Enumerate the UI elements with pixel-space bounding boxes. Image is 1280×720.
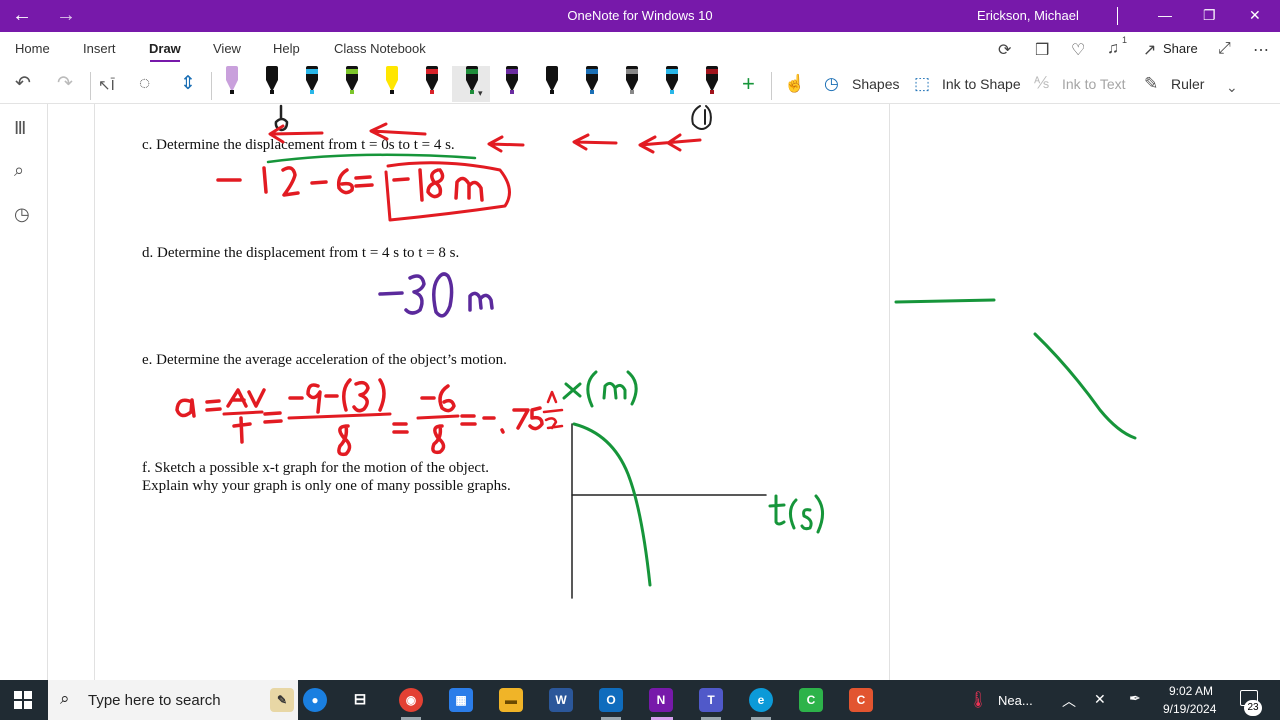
recent-icon[interactable]: ◷ <box>14 204 30 225</box>
shapes-button[interactable]: Shapes <box>852 76 899 92</box>
pen-icon[interactable]: ✒ <box>1129 690 1141 707</box>
lasso-select-icon[interactable]: ↖Ī <box>98 76 115 96</box>
weather-icon[interactable]: 🌡 <box>968 690 988 710</box>
c-orange-app-icon[interactable]: C <box>849 688 873 712</box>
notebook-icon[interactable]: ❒ <box>1035 40 1049 60</box>
eraser-icon[interactable]: ◌ <box>139 74 150 94</box>
page-canvas[interactable] <box>48 104 1280 680</box>
active-tab-indicator <box>150 60 180 62</box>
share-button[interactable]: Share <box>1163 41 1198 56</box>
fullscreen-icon[interactable]: ⤢ <box>1218 40 1231 58</box>
toolbar-divider <box>90 72 91 100</box>
highlighter-1[interactable] <box>224 66 240 96</box>
ribbon-tabs: Home Insert Draw View Help Class Noteboo… <box>0 32 1280 66</box>
title-bar: ← → OneNote for Windows 10 Erickson, Mic… <box>0 0 1280 32</box>
ink-to-shape-icon[interactable]: ⬚ <box>914 74 930 94</box>
pen-8[interactable] <box>504 66 520 96</box>
toolbar-divider <box>211 72 212 100</box>
copilot-app-icon[interactable]: ● <box>303 688 327 712</box>
pen-4[interactable] <box>344 66 360 96</box>
pen-3[interactable] <box>304 66 320 96</box>
word-app-icon[interactable]: W <box>549 688 573 712</box>
windows-start-icon[interactable] <box>14 691 32 709</box>
pen-2[interactable] <box>264 66 280 96</box>
sync-icon[interactable]: ⟳ <box>998 40 1011 60</box>
file-explorer-icon[interactable]: ▬ <box>499 688 523 712</box>
taskbar: ⌕ Type here to search ✎ ● ⊟ ◉ ▦ ▬ W O N … <box>0 680 1280 720</box>
store-app-icon[interactable]: ▦ <box>449 688 473 712</box>
tab-help[interactable]: Help <box>273 41 300 56</box>
lightbulb-icon[interactable]: ♡ <box>1071 40 1085 60</box>
page-margin-line <box>94 104 95 680</box>
task-view-icon[interactable]: ⊟ <box>348 688 372 712</box>
chevron-down-icon[interactable]: ▾ <box>478 88 483 99</box>
weather-label[interactable]: Nea... <box>998 693 1033 708</box>
chevron-up-icon[interactable]: ︿ <box>1062 691 1076 711</box>
question-f-explain: Explain why your graph is only one of ma… <box>142 478 511 494</box>
c-green-app-icon[interactable]: C <box>799 688 823 712</box>
pen-6[interactable] <box>424 66 440 96</box>
edge-app-icon[interactable]: e <box>749 688 773 712</box>
draw-toolbar: ↶ ↷ ↖Ī ◌ ⇕ ▾ + ☝ ◷ Shapes ⬚ Ink to Shape… <box>0 66 1280 104</box>
minimize-button[interactable]: — <box>1158 6 1172 24</box>
touch-draw-icon[interactable]: ☝ <box>784 74 805 94</box>
chrome-app-icon[interactable]: ◉ <box>399 688 423 712</box>
titlebar-divider <box>1117 7 1118 25</box>
restore-button[interactable]: ❐ <box>1203 6 1216 24</box>
page-margin-line <box>889 104 890 680</box>
add-pen-icon[interactable]: + <box>742 73 755 95</box>
tab-home[interactable]: Home <box>15 41 50 56</box>
redo-icon[interactable]: ↷ <box>57 74 73 94</box>
taskbar-search[interactable]: ⌕ Type here to search <box>48 680 298 720</box>
whiteboard-app-icon[interactable]: ✎ <box>270 688 294 712</box>
ruler-button[interactable]: Ruler <box>1171 76 1204 92</box>
tab-view[interactable]: View <box>213 41 241 56</box>
ruler-icon[interactable]: ✎ <box>1144 74 1158 94</box>
clock-time[interactable]: 9:02 AM <box>1169 684 1213 698</box>
close-button[interactable]: ✕ <box>1249 6 1261 24</box>
window-title: OneNote for Windows 10 <box>567 8 713 23</box>
share-icon[interactable]: ↗ <box>1143 40 1156 60</box>
onenote-app-icon[interactable]: N <box>649 688 673 712</box>
question-e: e. Determine the average acceleration of… <box>142 352 507 368</box>
ink-to-text-icon: ⅍ <box>1034 75 1050 92</box>
question-c: c. Determine the displacement from t = 0… <box>142 137 455 153</box>
shapes-icon[interactable]: ◷ <box>824 74 839 94</box>
teams-app-icon[interactable]: T <box>699 688 723 712</box>
outlook-app-icon[interactable]: O <box>599 688 623 712</box>
pencil-11[interactable] <box>624 66 640 96</box>
tab-insert[interactable]: Insert <box>83 41 116 56</box>
left-navigation: Ⅲ ⌕ ◷ <box>0 104 48 680</box>
pen-10[interactable] <box>584 66 600 96</box>
search-placeholder: Type here to search <box>88 692 221 709</box>
notification-badge: 23 <box>1244 700 1262 716</box>
more-options-icon[interactable]: ⋯ <box>1253 40 1270 60</box>
volume-icon[interactable]: ✕ <box>1094 691 1106 708</box>
pen-13[interactable] <box>704 66 720 96</box>
bell-icon[interactable]: ♫ <box>1107 40 1119 58</box>
toolbar-divider <box>771 72 772 100</box>
question-f: f. Sketch a possible x-t graph for the m… <box>142 460 489 476</box>
add-space-icon[interactable]: ⇕ <box>180 74 196 94</box>
tab-draw[interactable]: Draw <box>149 41 181 56</box>
question-d: d. Determine the displacement from t = 4… <box>142 245 460 261</box>
search-icon[interactable]: ⌕ <box>14 160 24 181</box>
notification-count: 1 <box>1122 35 1128 45</box>
clock-date[interactable]: 9/19/2024 <box>1163 702 1216 716</box>
undo-icon[interactable]: ↶ <box>15 74 31 94</box>
user-name[interactable]: Erickson, Michael <box>977 8 1079 23</box>
pen-9[interactable] <box>544 66 560 96</box>
ink-to-shape-button[interactable]: Ink to Shape <box>942 76 1021 92</box>
chevron-down-icon[interactable]: ⌄ <box>1226 77 1238 97</box>
highlighter-5[interactable] <box>384 66 400 96</box>
pen-12[interactable] <box>664 66 680 96</box>
notebooks-icon[interactable]: Ⅲ <box>14 118 26 139</box>
search-icon: ⌕ <box>60 689 70 708</box>
ink-to-text-button: Ink to Text <box>1062 76 1126 92</box>
tab-class-notebook[interactable]: Class Notebook <box>334 41 426 56</box>
